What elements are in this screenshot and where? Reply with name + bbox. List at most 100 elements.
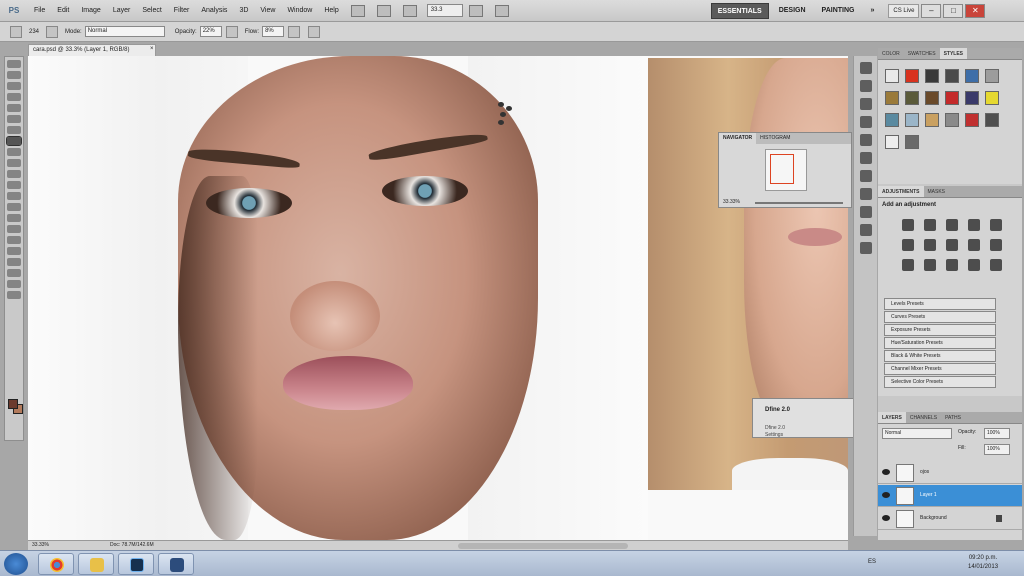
system-clock[interactable]: 09:20 p.m. 14/01/2013 xyxy=(968,554,998,572)
levels-icon[interactable] xyxy=(923,219,936,231)
gradient-map-icon[interactable] xyxy=(967,259,980,271)
pen-tool-icon[interactable] xyxy=(7,214,21,222)
info-panel-icon[interactable] xyxy=(859,170,872,182)
channel-mixer-icon[interactable] xyxy=(989,239,1002,251)
document-tab[interactable]: cara.psd @ 33.3% (Layer 1, RGB/8) xyxy=(28,44,156,56)
healing-tool-icon[interactable] xyxy=(7,126,21,134)
style-swatch[interactable] xyxy=(985,91,999,105)
swatches-panel-icon[interactable] xyxy=(859,80,872,92)
tab-paths[interactable]: PATHS xyxy=(941,412,965,423)
tab-navigator[interactable]: NAVIGATOR xyxy=(719,133,757,144)
3d-orbit-tool-icon[interactable] xyxy=(7,269,21,277)
selective-color-icon[interactable] xyxy=(989,259,1002,271)
brightness-contrast-icon[interactable] xyxy=(902,219,914,231)
foreground-color-swatch[interactable] xyxy=(8,399,18,409)
menu-help[interactable]: Help xyxy=(318,7,344,14)
eyedropper-tool-icon[interactable] xyxy=(7,115,21,123)
brush-size[interactable]: 234 xyxy=(29,29,39,35)
preset-selective-color[interactable]: Selective Color Presets xyxy=(884,376,996,388)
layer-opacity-field[interactable]: 100% xyxy=(984,428,1010,439)
style-swatch[interactable] xyxy=(925,91,939,105)
arrange-documents-icon[interactable] xyxy=(468,4,483,17)
workspace-design-button[interactable]: DESIGN xyxy=(773,3,812,19)
preset-channel-mixer[interactable]: Channel Mixer Presets xyxy=(884,363,996,375)
tab-swatches[interactable]: SWATCHES xyxy=(904,48,940,59)
visibility-eye-icon[interactable] xyxy=(882,515,890,521)
style-swatch[interactable] xyxy=(905,113,919,127)
gradient-tool-icon[interactable] xyxy=(7,181,21,189)
history-brush-tool-icon[interactable] xyxy=(7,159,21,167)
brushes-panel-icon[interactable] xyxy=(859,116,872,128)
tab-color[interactable]: COLOR xyxy=(878,48,904,59)
vibrance-icon[interactable] xyxy=(989,219,1002,231)
status-doc-size[interactable]: Doc: 78.7M/142.6M xyxy=(110,541,154,550)
horizontal-scrollbar[interactable] xyxy=(458,543,628,549)
actions-panel-icon[interactable] xyxy=(859,188,872,200)
view-extras-icon[interactable] xyxy=(402,4,417,17)
hue-saturation-icon[interactable] xyxy=(902,239,914,251)
style-swatch[interactable] xyxy=(965,69,979,83)
tab-channels[interactable]: CHANNELS xyxy=(906,412,941,423)
menu-edit[interactable]: Edit xyxy=(51,7,75,14)
visibility-eye-icon[interactable] xyxy=(882,492,890,498)
tab-adjustments[interactable]: ADJUSTMENTS xyxy=(878,186,924,197)
minimize-button[interactable]: – xyxy=(921,3,942,18)
opacity-field[interactable]: 22% xyxy=(199,26,222,37)
dfine-subtitle[interactable]: Dfine 2.0 xyxy=(765,425,785,431)
navigator-view-box[interactable] xyxy=(770,154,794,184)
character-panel-icon[interactable] xyxy=(859,224,872,236)
preset-levels[interactable]: Levels Presets xyxy=(884,298,996,310)
blend-mode-select[interactable]: Normal xyxy=(882,428,952,439)
shape-tool-icon[interactable] xyxy=(7,247,21,255)
visibility-eye-icon[interactable] xyxy=(882,469,890,475)
zoom-tool-icon[interactable] xyxy=(7,291,21,299)
menu-3d[interactable]: 3D xyxy=(233,7,254,14)
histogram-panel-icon[interactable] xyxy=(859,152,872,164)
menu-select[interactable]: Select xyxy=(136,7,167,14)
menu-layer[interactable]: Layer xyxy=(107,7,137,14)
layer-row-layer-1[interactable]: Layer 1 xyxy=(878,485,1022,507)
zoom-level-field[interactable]: 33.3 xyxy=(426,4,463,17)
style-swatch[interactable] xyxy=(985,69,999,83)
mini-bridge-icon[interactable] xyxy=(376,4,391,17)
taskbar-chrome[interactable] xyxy=(38,553,74,575)
mode-select[interactable]: Normal xyxy=(84,26,165,37)
layer-row-ojos[interactable]: ojos xyxy=(878,462,1022,484)
style-swatch[interactable] xyxy=(945,91,959,105)
preset-black-white[interactable]: Black & White Presets xyxy=(884,350,996,362)
path-select-tool-icon[interactable] xyxy=(7,236,21,244)
airbrush-icon[interactable] xyxy=(288,25,301,38)
more-workspaces-button[interactable]: » xyxy=(864,3,880,19)
workspace-painting-button[interactable]: PAINTING xyxy=(816,3,861,19)
style-swatch[interactable] xyxy=(945,113,959,127)
preset-exposure[interactable]: Exposure Presets xyxy=(884,324,996,336)
close-button[interactable]: ✕ xyxy=(965,3,986,18)
black-white-icon[interactable] xyxy=(945,239,958,251)
style-swatch[interactable] xyxy=(945,69,959,83)
tab-layers[interactable]: LAYERS xyxy=(878,412,906,423)
posterize-icon[interactable] xyxy=(923,259,936,271)
type-tool-icon[interactable] xyxy=(7,225,21,233)
language-indicator[interactable]: ES xyxy=(868,559,876,565)
hand-tool-icon[interactable] xyxy=(7,280,21,288)
dfine-settings[interactable]: Settings xyxy=(765,432,783,438)
style-swatch[interactable] xyxy=(985,113,999,127)
style-swatch[interactable] xyxy=(885,113,899,127)
style-swatch[interactable] xyxy=(905,69,919,83)
pressure-size-icon[interactable] xyxy=(308,25,321,38)
style-swatch[interactable] xyxy=(925,113,939,127)
menu-view[interactable]: View xyxy=(254,7,281,14)
navigator-panel-icon[interactable] xyxy=(859,134,872,146)
brush-panel-icon[interactable] xyxy=(46,25,59,38)
screen-mode-icon[interactable] xyxy=(494,4,509,17)
marquee-tool-icon[interactable] xyxy=(7,71,21,79)
workspace-essentials-button[interactable]: ESSENTIALS xyxy=(710,2,769,19)
navigator-zoom[interactable]: 33.33% xyxy=(723,199,740,205)
dodge-tool-icon[interactable] xyxy=(7,203,21,211)
threshold-icon[interactable] xyxy=(945,259,958,271)
3d-rotate-tool-icon[interactable] xyxy=(7,258,21,266)
tab-histogram[interactable]: HISTOGRAM xyxy=(756,133,794,144)
photo-filter-icon[interactable] xyxy=(967,239,980,251)
history-panel-icon[interactable] xyxy=(859,206,872,218)
clone-stamp-tool-icon[interactable] xyxy=(7,148,21,156)
